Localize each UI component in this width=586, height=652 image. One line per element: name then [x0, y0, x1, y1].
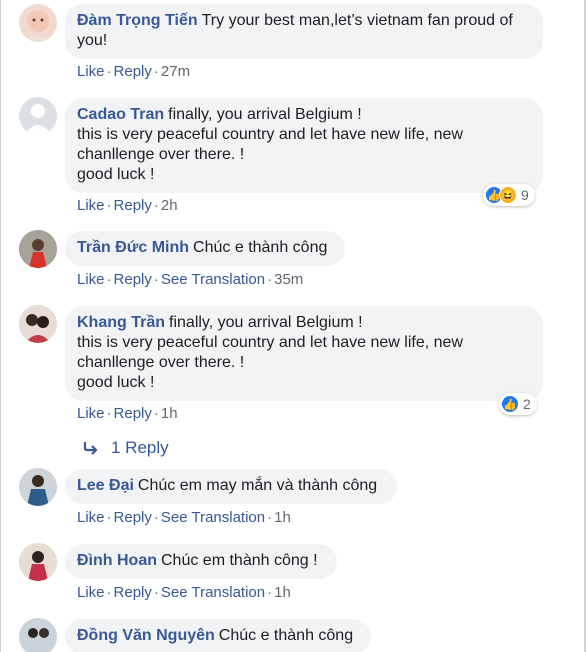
timestamp[interactable]: 1h — [274, 509, 291, 526]
reaction-summary[interactable]: 👍 2 — [499, 393, 537, 415]
comment-author[interactable]: Đồng Văn Nguyên — [77, 627, 215, 644]
comment-actions: Like · Reply · See Translation · 1h — [77, 584, 291, 601]
reply-link[interactable]: Reply — [114, 405, 152, 422]
avatar[interactable] — [19, 618, 57, 652]
reply-link[interactable]: Reply — [114, 271, 152, 288]
reply-arrow-icon — [83, 442, 98, 455]
comment-text: Chúc e thành công — [193, 239, 328, 256]
comment-bubble: Trần Đức Minh Chúc e thành công — [65, 231, 345, 266]
avatar[interactable] — [19, 4, 57, 42]
comment-actions: Like · Reply · 2h — [77, 197, 178, 214]
comment-text: Chúc e thành công — [218, 627, 354, 644]
reply-link[interactable]: Reply — [114, 584, 152, 601]
like-link[interactable]: Like — [77, 197, 105, 214]
timestamp[interactable]: 35m — [274, 271, 303, 288]
timestamp[interactable]: 2h — [161, 197, 178, 214]
comment-bubble: Đồng Văn Nguyên Chúc e thành công — [65, 619, 371, 652]
comment-bubble: Cadao Tran finally, you arrival Belgium !… — [65, 98, 543, 193]
reply-link[interactable]: Reply — [114, 63, 152, 80]
reply-link[interactable]: Reply — [114, 197, 152, 214]
view-replies-link[interactable]: 1 Reply — [83, 438, 169, 458]
see-translation-link[interactable]: See Translation — [161, 584, 265, 601]
comment-actions: Like · Reply · 1h — [77, 405, 178, 422]
timestamp[interactable]: 1h — [274, 584, 291, 601]
like-link[interactable]: Like — [77, 63, 105, 80]
comment-bubble: Đình Hoan Chúc em thành công ! — [65, 544, 337, 579]
avatar[interactable] — [19, 305, 57, 343]
avatar[interactable] — [19, 97, 57, 135]
comment-actions: Like · Reply · 27m — [77, 63, 191, 80]
comment-bubble: Khang Trần finally, you arrival Belgium !… — [65, 306, 543, 401]
reaction-summary[interactable]: 👍 😆 9 — [483, 184, 535, 206]
reaction-count: 9 — [521, 187, 529, 203]
like-icon: 👍 — [501, 395, 519, 413]
reply-link[interactable]: Reply — [114, 509, 152, 526]
timestamp[interactable]: 1h — [161, 405, 178, 422]
comment-author[interactable]: Đàm Trọng Tiến — [77, 12, 198, 29]
timestamp[interactable]: 27m — [161, 63, 190, 80]
comment-bubble: Lee Đại Chúc em may mắn và thành công — [65, 469, 397, 504]
comment-author[interactable]: Cadao Tran — [77, 106, 164, 123]
haha-icon: 😆 — [499, 186, 517, 204]
see-translation-link[interactable]: See Translation — [161, 509, 265, 526]
avatar[interactable] — [19, 230, 57, 268]
like-link[interactable]: Like — [77, 405, 105, 422]
like-link[interactable]: Like — [77, 584, 105, 601]
replies-count-label[interactable]: 1 Reply — [111, 438, 169, 458]
comment-actions: Like · Reply · See Translation · 35m — [77, 271, 304, 288]
avatar[interactable] — [19, 468, 57, 506]
comment-text: Chúc em may mắn và thành công — [137, 477, 378, 494]
reaction-count: 2 — [523, 396, 531, 412]
avatar[interactable] — [19, 543, 57, 581]
comment-text: Chúc em thành công ! — [161, 552, 318, 569]
comment-bubble: Đàm Trọng Tiến Try your best man,let’s vi… — [65, 4, 543, 59]
like-link[interactable]: Like — [77, 509, 105, 526]
see-translation-link[interactable]: See Translation — [161, 271, 265, 288]
like-link[interactable]: Like — [77, 271, 105, 288]
comment-author[interactable]: Khang Trần — [77, 314, 165, 331]
comment-actions: Like · Reply · See Translation · 1h — [77, 509, 291, 526]
comment-author[interactable]: Lee Đại — [77, 477, 134, 494]
comments-panel: Đàm Trọng Tiến Try your best man,let’s vi… — [0, 0, 586, 652]
comment-author[interactable]: Trần Đức Minh — [77, 239, 189, 256]
comment-author[interactable]: Đình Hoan — [77, 552, 157, 569]
